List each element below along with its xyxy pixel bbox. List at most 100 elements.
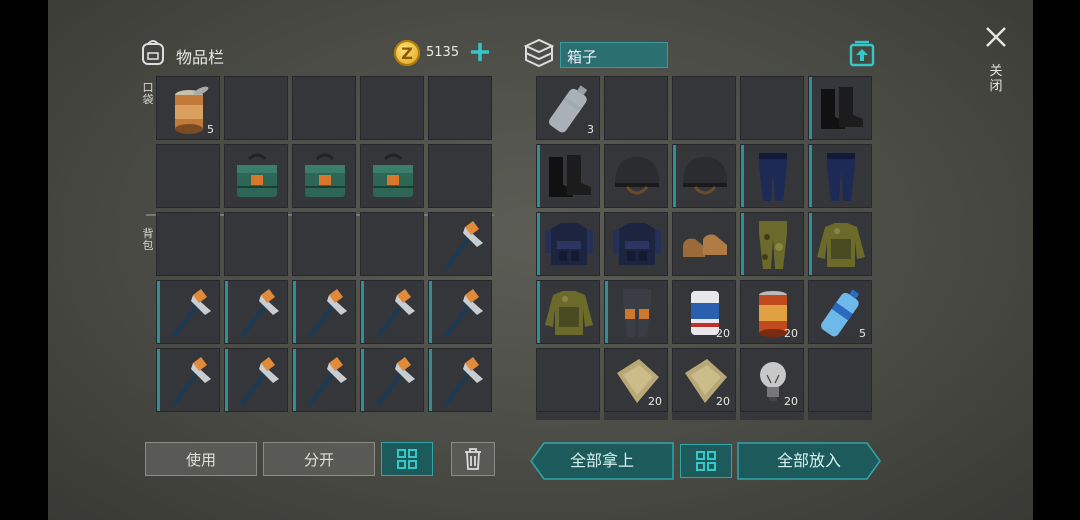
box-slot-food-can[interactable]: 20 bbox=[740, 280, 804, 344]
inventory-slot-hatchet[interactable] bbox=[428, 348, 492, 412]
box-slot-beer-can[interactable]: 20 bbox=[672, 280, 736, 344]
ammo-box-icon bbox=[237, 153, 277, 197]
inventory-slot-canned-food[interactable]: 5 bbox=[156, 76, 220, 140]
hatchet-icon bbox=[444, 289, 483, 338]
inventory-slot-hatchet[interactable] bbox=[156, 348, 220, 412]
close-icon bbox=[986, 27, 1006, 47]
hatchet-icon bbox=[376, 357, 415, 406]
upload-icon bbox=[849, 40, 875, 67]
box-slot-boots[interactable] bbox=[536, 144, 600, 208]
box-slot-water-bottle[interactable]: 5 bbox=[808, 280, 872, 344]
item-quantity: 20 bbox=[716, 327, 730, 340]
box-slot-cloth[interactable]: 20 bbox=[672, 348, 736, 412]
box-slot-shoes[interactable] bbox=[672, 212, 736, 276]
box-next-row-hint bbox=[536, 412, 875, 420]
box-slot-pants[interactable] bbox=[808, 144, 872, 208]
inventory-slot-ammo-box[interactable] bbox=[360, 144, 424, 208]
helmet-icon bbox=[615, 157, 659, 195]
box-slot-boots[interactable] bbox=[808, 76, 872, 140]
ammo-box-icon bbox=[305, 153, 345, 197]
delete-button[interactable] bbox=[451, 442, 495, 476]
inventory-slot-empty[interactable] bbox=[156, 144, 220, 208]
inventory-slot-empty[interactable] bbox=[428, 76, 492, 140]
box-slot-light-bulb[interactable]: 20 bbox=[740, 348, 804, 412]
game-screen: 物品栏 Z 5135 口袋 背包 5 箱子 3 20 20 5 20 20 20 使用 分开… bbox=[48, 0, 1033, 520]
police-vest-icon bbox=[545, 223, 593, 265]
inventory-slot-hatchet[interactable] bbox=[360, 280, 424, 344]
grid-icon bbox=[696, 451, 716, 471]
camo-jacket-icon bbox=[817, 223, 865, 267]
upload-button[interactable] bbox=[848, 40, 876, 68]
hatchet-icon bbox=[376, 289, 415, 338]
inventory-slot-hatchet[interactable] bbox=[224, 348, 288, 412]
sort-box-button[interactable] bbox=[680, 444, 732, 478]
close-label: 关闭 bbox=[989, 64, 1003, 94]
police-vest-icon bbox=[613, 223, 661, 265]
box-slot-camo-jacket[interactable] bbox=[808, 212, 872, 276]
inventory-slot-empty[interactable] bbox=[360, 212, 424, 276]
inventory-slot-hatchet[interactable] bbox=[224, 280, 288, 344]
inventory-slot-hatchet[interactable] bbox=[292, 280, 356, 344]
use-button[interactable]: 使用 bbox=[145, 442, 257, 476]
box-slot-helmet[interactable] bbox=[672, 144, 736, 208]
box-slot-police-vest[interactable] bbox=[536, 212, 600, 276]
inventory-slot-empty[interactable] bbox=[156, 212, 220, 276]
inventory-slot-hatchet[interactable] bbox=[360, 348, 424, 412]
box-title-field[interactable]: 箱子 bbox=[560, 42, 668, 68]
boots-icon bbox=[549, 155, 591, 197]
pants-icon bbox=[759, 153, 787, 201]
leg-armor-icon bbox=[623, 289, 651, 337]
box-slot-empty[interactable] bbox=[740, 76, 804, 140]
box-slot-empty[interactable] bbox=[672, 76, 736, 140]
inventory-slot-hatchet[interactable] bbox=[156, 280, 220, 344]
hatchet-icon bbox=[172, 357, 211, 406]
inventory-slot-ammo-box[interactable] bbox=[224, 144, 288, 208]
put-all-label: 全部放入 bbox=[776, 451, 841, 470]
plus-icon bbox=[471, 43, 489, 61]
inventory-slot-empty[interactable] bbox=[360, 76, 424, 140]
box-title: 箱子 bbox=[567, 48, 598, 66]
inventory-slot-hatchet[interactable] bbox=[292, 348, 356, 412]
put-all-button[interactable]: 全部放入 bbox=[737, 442, 881, 480]
box-slot-cloth[interactable]: 20 bbox=[604, 348, 668, 412]
inventory-slot-hatchet[interactable] bbox=[428, 212, 492, 276]
inventory-slot-empty[interactable] bbox=[224, 76, 288, 140]
inventory-slot-ammo-box[interactable] bbox=[292, 144, 356, 208]
inventory-slot-empty[interactable] bbox=[292, 212, 356, 276]
sort-inventory-button[interactable] bbox=[381, 442, 433, 476]
box-slot-empty[interactable] bbox=[536, 348, 600, 412]
box-slot-helmet[interactable] bbox=[604, 144, 668, 208]
coin-icon: Z bbox=[394, 40, 420, 66]
boots-icon bbox=[821, 87, 863, 129]
item-quantity: 5 bbox=[207, 123, 214, 136]
close-button[interactable]: 关闭 bbox=[982, 24, 1010, 104]
hatchet-icon bbox=[444, 357, 483, 406]
box-slot-camo-jacket[interactable] bbox=[536, 280, 600, 344]
hatchet-icon bbox=[308, 289, 347, 338]
inventory-slot-hatchet[interactable] bbox=[428, 280, 492, 344]
grid-icon bbox=[397, 449, 417, 469]
item-quantity: 3 bbox=[587, 123, 594, 136]
box-slot-police-vest[interactable] bbox=[604, 212, 668, 276]
split-button[interactable]: 分开 bbox=[263, 442, 375, 476]
box-slot-pants[interactable] bbox=[740, 144, 804, 208]
hatchet-icon bbox=[308, 357, 347, 406]
hatchet-icon bbox=[240, 357, 279, 406]
add-coins-button[interactable] bbox=[468, 40, 492, 64]
hatchet-icon bbox=[444, 221, 483, 270]
hatchet-icon bbox=[172, 289, 211, 338]
box-slot-camo-pants[interactable] bbox=[740, 212, 804, 276]
inventory-slot-empty[interactable] bbox=[224, 212, 288, 276]
inventory-slot-empty[interactable] bbox=[428, 144, 492, 208]
hatchet-icon bbox=[240, 289, 279, 338]
box-slot-empty[interactable] bbox=[808, 348, 872, 412]
take-all-button[interactable]: 全部拿上 bbox=[530, 442, 674, 480]
camo-jacket-icon bbox=[545, 291, 593, 335]
shoes-icon bbox=[683, 234, 727, 257]
backpack-label: 背包 bbox=[142, 227, 154, 252]
box-slot-leg-armor[interactable] bbox=[604, 280, 668, 344]
inventory-slot-empty[interactable] bbox=[292, 76, 356, 140]
box-slot-empty[interactable] bbox=[604, 76, 668, 140]
pocket-label: 口袋 bbox=[142, 81, 154, 106]
box-slot-water-bottle-empty[interactable]: 3 bbox=[536, 76, 600, 140]
